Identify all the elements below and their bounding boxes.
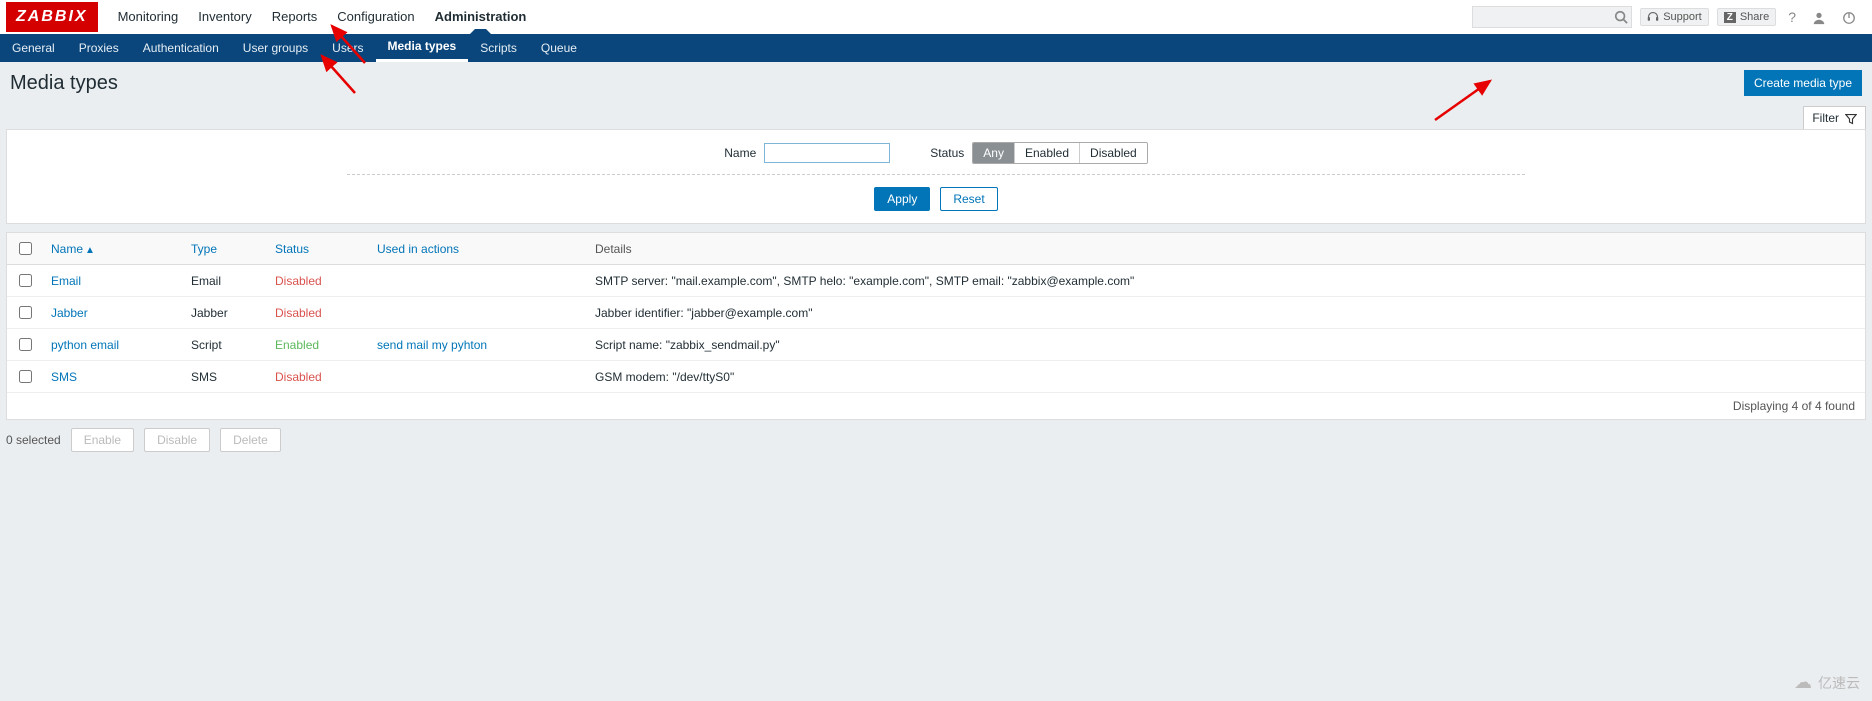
media-types-table: Name▲ Type Status Used in actions Detail… (6, 232, 1866, 420)
media-type-details: SMTP server: "mail.example.com", SMTP he… (587, 265, 1865, 297)
col-status[interactable]: Status (267, 233, 369, 265)
media-type-type: Jabber (183, 297, 267, 329)
table-row: python email Script Enabled send mail my py… (7, 329, 1865, 361)
topnav-item-administration[interactable]: Administration (425, 0, 537, 34)
col-details: Details (587, 233, 1865, 265)
reset-button[interactable]: Reset (940, 187, 997, 211)
table-row: SMS SMS Disabled GSM modem: "/dev/ttyS0" (7, 361, 1865, 393)
row-checkbox[interactable] (19, 274, 32, 287)
media-type-type: Email (183, 265, 267, 297)
table-footer: Displaying 4 of 4 found (7, 393, 1865, 419)
support-label: Support (1663, 11, 1702, 23)
search-input[interactable] (1472, 6, 1632, 28)
row-checkbox[interactable] (19, 370, 32, 383)
zabbix-logo[interactable]: ZABBIX (6, 2, 98, 32)
status-segmented: AnyEnabledDisabled (972, 142, 1147, 164)
subnav-item-queue[interactable]: Queue (529, 34, 589, 62)
media-type-details: Script name: "zabbix_sendmail.py" (587, 329, 1865, 361)
support-link[interactable]: Support (1640, 8, 1709, 26)
subnav-item-general[interactable]: General (0, 34, 67, 62)
select-all-checkbox[interactable] (19, 242, 32, 255)
media-type-used-in-actions (369, 265, 587, 297)
cloud-icon: ☁ (1794, 672, 1812, 693)
filter-icon (1845, 111, 1857, 125)
sort-asc-icon: ▲ (85, 245, 95, 256)
search-icon[interactable] (1614, 9, 1628, 24)
share-z-icon: Z (1724, 12, 1736, 23)
subnav-item-media-types[interactable]: Media types (376, 34, 469, 62)
media-type-used-in-actions (369, 297, 587, 329)
share-link[interactable]: Z Share (1717, 8, 1776, 26)
status-seg-any[interactable]: Any (973, 143, 1015, 163)
page-title: Media types (10, 72, 118, 95)
disable-button[interactable]: Disable (144, 428, 210, 452)
subnav-item-user-groups[interactable]: User groups (231, 34, 320, 62)
delete-button[interactable]: Delete (220, 428, 281, 452)
col-name[interactable]: Name▲ (43, 233, 183, 265)
row-checkbox[interactable] (19, 338, 32, 351)
top-nav: MonitoringInventoryReportsConfigurationA… (108, 0, 537, 34)
media-type-status[interactable]: Disabled (275, 274, 322, 288)
share-label: Share (1740, 11, 1769, 23)
create-media-type-button[interactable]: Create media type (1744, 70, 1862, 96)
media-type-type: Script (183, 329, 267, 361)
col-used-in-actions[interactable]: Used in actions (369, 233, 587, 265)
media-type-name-link[interactable]: SMS (51, 370, 77, 384)
media-type-name-link[interactable]: Jabber (51, 306, 88, 320)
selected-count: 0 selected (6, 433, 61, 447)
name-filter-input[interactable] (764, 143, 890, 163)
filter-panel: Name Status AnyEnabledDisabled Apply Res… (6, 129, 1866, 224)
topnav-item-monitoring[interactable]: Monitoring (108, 0, 189, 34)
media-type-name-link[interactable]: Email (51, 274, 81, 288)
media-type-status[interactable]: Disabled (275, 370, 322, 384)
media-type-name-link[interactable]: python email (51, 338, 119, 352)
global-search[interactable] (1472, 6, 1632, 28)
apply-button[interactable]: Apply (874, 187, 930, 211)
subnav-item-scripts[interactable]: Scripts (468, 34, 529, 62)
status-seg-enabled[interactable]: Enabled (1015, 143, 1080, 163)
help-icon[interactable]: ? (1784, 9, 1800, 25)
filter-toggle[interactable]: Filter (1803, 106, 1866, 129)
media-type-used-in-actions (369, 361, 587, 393)
row-checkbox[interactable] (19, 306, 32, 319)
topnav-item-inventory[interactable]: Inventory (188, 0, 261, 34)
name-filter-label: Name (724, 146, 756, 160)
sub-nav: GeneralProxiesAuthenticationUser groupsU… (0, 34, 1872, 62)
filter-label: Filter (1812, 111, 1839, 125)
subnav-item-proxies[interactable]: Proxies (67, 34, 131, 62)
table-row: Jabber Jabber Disabled Jabber identifier: "… (7, 297, 1865, 329)
media-type-details: Jabber identifier: "jabber@example.com" (587, 297, 1865, 329)
status-filter-label: Status (930, 146, 964, 160)
topnav-item-configuration[interactable]: Configuration (327, 0, 424, 34)
media-type-type: SMS (183, 361, 267, 393)
media-type-status[interactable]: Disabled (275, 306, 322, 320)
media-type-status[interactable]: Enabled (275, 338, 319, 352)
topnav-item-reports[interactable]: Reports (262, 0, 328, 34)
used-action-link[interactable]: send mail my pyhton (377, 338, 487, 352)
headset-icon (1647, 11, 1659, 23)
user-icon[interactable] (1808, 9, 1830, 25)
col-type[interactable]: Type (183, 233, 267, 265)
col-name-link[interactable]: Name▲ (51, 242, 95, 256)
media-type-details: GSM modem: "/dev/ttyS0" (587, 361, 1865, 393)
table-row: Email Email Disabled SMTP server: "mail.exa… (7, 265, 1865, 297)
subnav-item-authentication[interactable]: Authentication (131, 34, 231, 62)
status-seg-disabled[interactable]: Disabled (1080, 143, 1147, 163)
watermark: ☁ 亿速云 (1794, 672, 1860, 693)
power-icon[interactable] (1838, 9, 1860, 25)
media-type-used-in-actions: send mail my pyhton (369, 329, 587, 361)
enable-button[interactable]: Enable (71, 428, 134, 452)
subnav-item-users[interactable]: Users (320, 34, 375, 62)
